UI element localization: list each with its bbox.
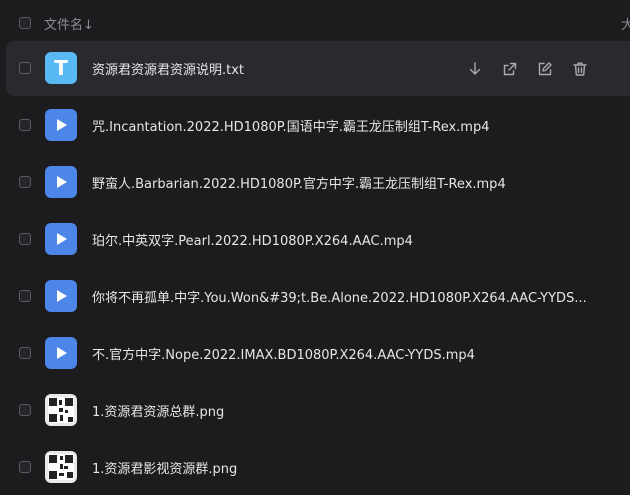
delete-icon[interactable] [571, 60, 589, 78]
play-icon [57, 347, 67, 359]
size-column-header[interactable]: 大 [621, 14, 630, 33]
row-checkbox[interactable] [19, 404, 31, 416]
file-name[interactable]: 珀尔.中英双字.Pearl.2022.HD1080P.X264.AAC.mp4 [92, 230, 413, 249]
file-row[interactable]: 咒.Incantation.2022.HD1080P.国语中字.霸王龙压制组T-… [6, 98, 630, 153]
play-icon [57, 119, 67, 131]
file-list-header: 文件名↓ 大 [0, 0, 630, 44]
qr-code-thumbnail-icon [45, 451, 77, 483]
sort-by-name-header[interactable]: 文件名↓ [44, 14, 94, 33]
row-checkbox[interactable] [19, 119, 31, 131]
video-file-icon [45, 280, 77, 312]
row-actions [466, 60, 589, 78]
file-row[interactable]: 1.资源君资源总群.png [6, 383, 630, 438]
qr-code-thumbnail-icon [45, 394, 77, 426]
file-row[interactable]: 不.官方中字.Nope.2022.IMAX.BD1080P.X264.AAC-Y… [6, 326, 630, 381]
file-name[interactable]: 资源君资源君资源说明.txt [92, 59, 244, 78]
video-file-icon [45, 337, 77, 369]
file-row[interactable]: T 资源君资源君资源说明.txt [6, 41, 630, 96]
file-name[interactable]: 你将不再孤单.中字.You.Won&#39;t.Be.Alone.2022.HD… [92, 287, 587, 306]
row-checkbox[interactable] [19, 62, 31, 74]
file-name[interactable]: 野蛮人.Barbarian.2022.HD1080P.官方中字.霸王龙压制组T-… [92, 173, 506, 192]
row-checkbox[interactable] [19, 290, 31, 302]
file-row[interactable]: 你将不再孤单.中字.You.Won&#39;t.Be.Alone.2022.HD… [6, 269, 630, 324]
file-name[interactable]: 1.资源君资源总群.png [92, 401, 224, 420]
text-file-icon: T [45, 52, 77, 84]
file-row[interactable]: 珀尔.中英双字.Pearl.2022.HD1080P.X264.AAC.mp4 [6, 212, 630, 267]
file-name[interactable]: 咒.Incantation.2022.HD1080P.国语中字.霸王龙压制组T-… [92, 116, 490, 135]
play-icon [57, 290, 67, 302]
row-checkbox[interactable] [19, 233, 31, 245]
file-row[interactable]: 1.资源君影视资源群.png [6, 440, 630, 495]
row-checkbox[interactable] [19, 461, 31, 473]
video-file-icon [45, 109, 77, 141]
row-checkbox[interactable] [19, 176, 31, 188]
file-row[interactable]: 野蛮人.Barbarian.2022.HD1080P.官方中字.霸王龙压制组T-… [6, 155, 630, 210]
select-all-checkbox[interactable] [19, 17, 31, 29]
edit-icon[interactable] [536, 60, 554, 78]
file-name[interactable]: 1.资源君影视资源群.png [92, 458, 237, 477]
row-checkbox[interactable] [19, 347, 31, 359]
video-file-icon [45, 223, 77, 255]
video-file-icon [45, 166, 77, 198]
file-name[interactable]: 不.官方中字.Nope.2022.IMAX.BD1080P.X264.AAC-Y… [92, 344, 475, 363]
play-icon [57, 233, 67, 245]
play-icon [57, 176, 67, 188]
share-icon[interactable] [501, 60, 519, 78]
download-icon[interactable] [466, 60, 484, 78]
